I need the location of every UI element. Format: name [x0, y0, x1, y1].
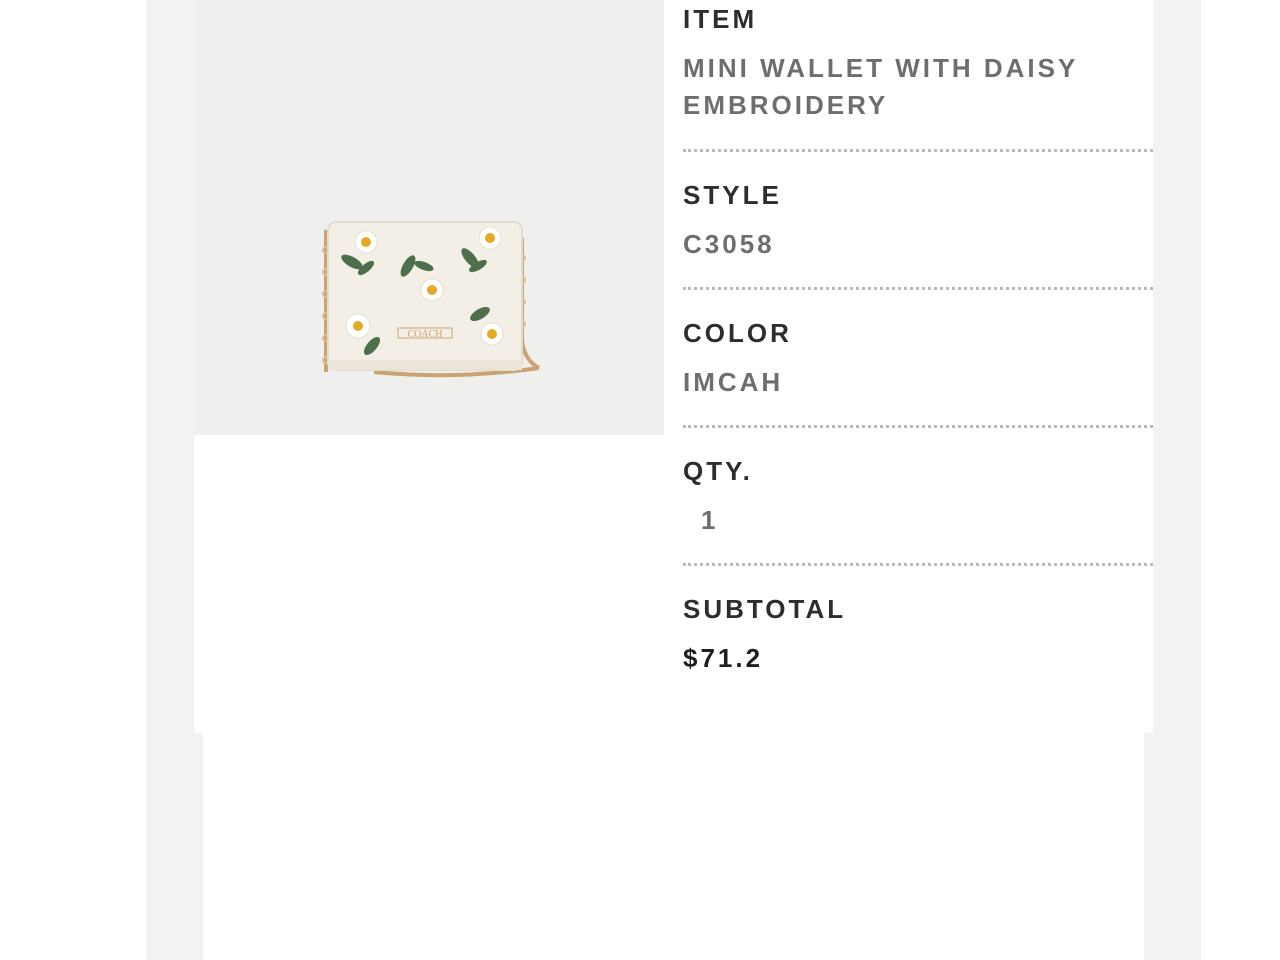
color-label: COLOR	[683, 318, 792, 348]
style-row: STYLE C3058	[683, 180, 1153, 263]
subtotal-label: SUBTOTAL	[683, 594, 847, 624]
divider	[683, 563, 1153, 566]
item-value: MINI WALLET WITH DAISY EMBROIDERY	[683, 53, 1078, 120]
lower-right-gutter	[1144, 733, 1153, 960]
brand-logo: COACH	[407, 329, 442, 340]
left-margin-band	[146, 0, 194, 960]
right-margin-band	[1153, 0, 1201, 960]
product-image: COACH	[194, 0, 664, 435]
qty-row: QTY. 1	[683, 456, 1153, 539]
qty-value: 1	[701, 505, 719, 535]
divider	[683, 149, 1153, 152]
item-label: ITEM	[683, 4, 758, 34]
color-row: COLOR IMCAH	[683, 318, 1153, 401]
color-value: IMCAH	[683, 367, 784, 397]
divider	[683, 287, 1153, 290]
subtotal-value: $71.2	[683, 643, 764, 673]
style-value: C3058	[683, 229, 775, 259]
divider	[683, 425, 1153, 428]
subtotal-row: SUBTOTAL $71.2	[683, 594, 1153, 677]
item-row: ITEM MINI WALLET WITH DAISY EMBROIDERY	[683, 4, 1153, 124]
qty-label: QTY.	[683, 456, 753, 486]
style-label: STYLE	[683, 180, 782, 210]
lower-left-gutter	[194, 733, 203, 960]
wallet-illustration: COACH	[194, 0, 664, 435]
order-item-page: COACH ITEM MINI WALLET WITH DAISY EMBROI…	[0, 0, 1280, 960]
